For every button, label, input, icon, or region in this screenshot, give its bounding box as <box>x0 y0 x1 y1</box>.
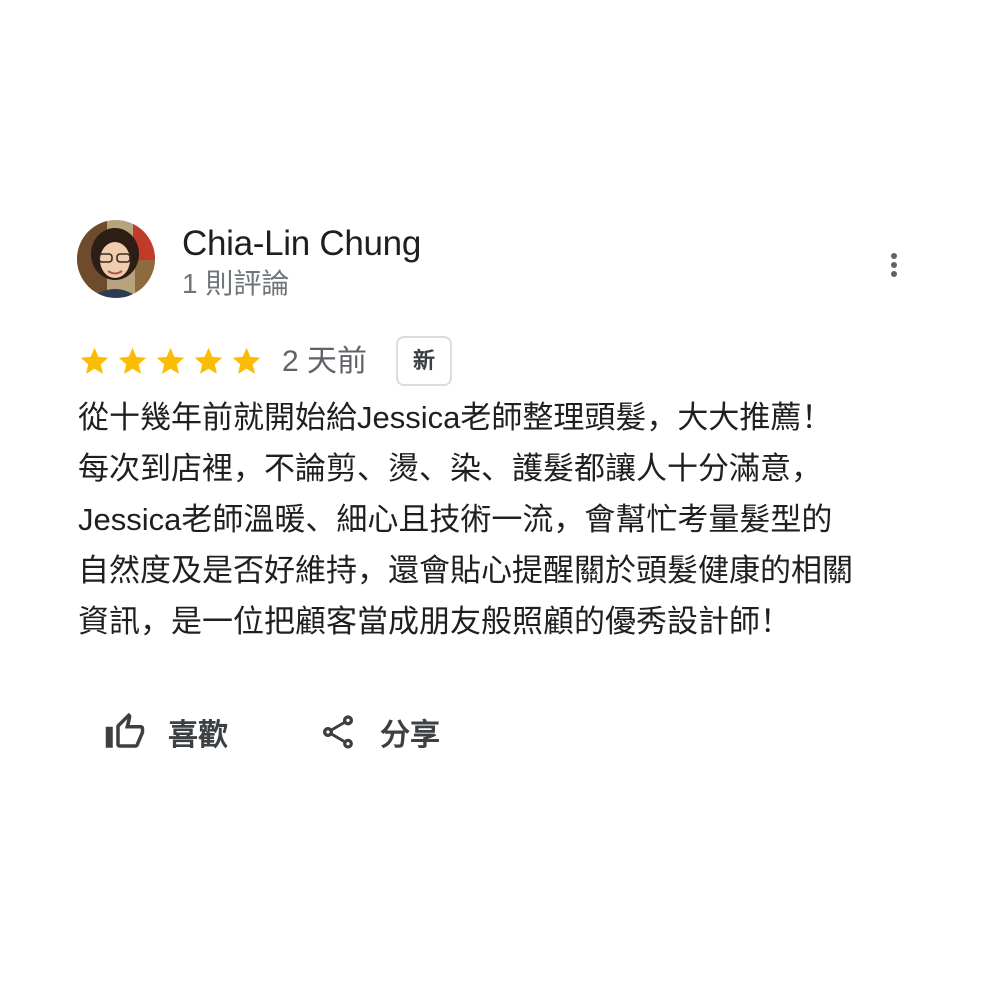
new-badge: 新 <box>396 336 452 386</box>
review-text-line: Jessica老師溫暖、細心且技術一流，會幫忙考量髮型的 <box>78 502 833 537</box>
review-text-line: 自然度及是否好維持，還會貼心提醒關於頭髮健康的相關 <box>78 553 853 588</box>
review-text-line: 從十幾年前就開始給Jessica老師整理頭髮，大大推薦！ <box>78 400 833 435</box>
review-text-line: 資訊，是一位把顧客當成朋友般照顧的優秀設計師！ <box>78 604 791 639</box>
star-icon <box>232 347 261 374</box>
review-time: 2 天前 <box>282 345 368 378</box>
review-text-line: 每次到店裡，不論剪、燙、染、護髮都讓人十分滿意， <box>78 451 822 486</box>
review-text: 從十幾年前就開始給Jessica老師整理頭髮，大大推薦！ 每次到店裡，不論剪、燙… <box>78 392 938 647</box>
star-icon <box>194 347 223 374</box>
share-label: 分享 <box>380 719 440 752</box>
star-icon <box>80 347 109 374</box>
like-button[interactable]: 喜歡 <box>104 706 228 758</box>
more-options-button[interactable] <box>872 243 916 287</box>
share-icon <box>318 712 358 752</box>
thumb-up-icon <box>104 711 146 753</box>
star-rating <box>78 341 268 381</box>
like-label: 喜歡 <box>168 719 228 752</box>
share-button[interactable]: 分享 <box>318 706 440 758</box>
star-icon <box>156 347 185 374</box>
avatar[interactable] <box>77 220 155 298</box>
review-card: Chia-Lin Chung 1 則評論 2 天前 新 從十幾年前就開始給Jes… <box>0 0 1000 1000</box>
reviewer-name[interactable]: Chia-Lin Chung <box>182 222 421 266</box>
reviewer-review-count: 1 則評論 <box>182 268 290 299</box>
star-icon <box>118 347 147 374</box>
avatar-photo <box>77 220 155 298</box>
